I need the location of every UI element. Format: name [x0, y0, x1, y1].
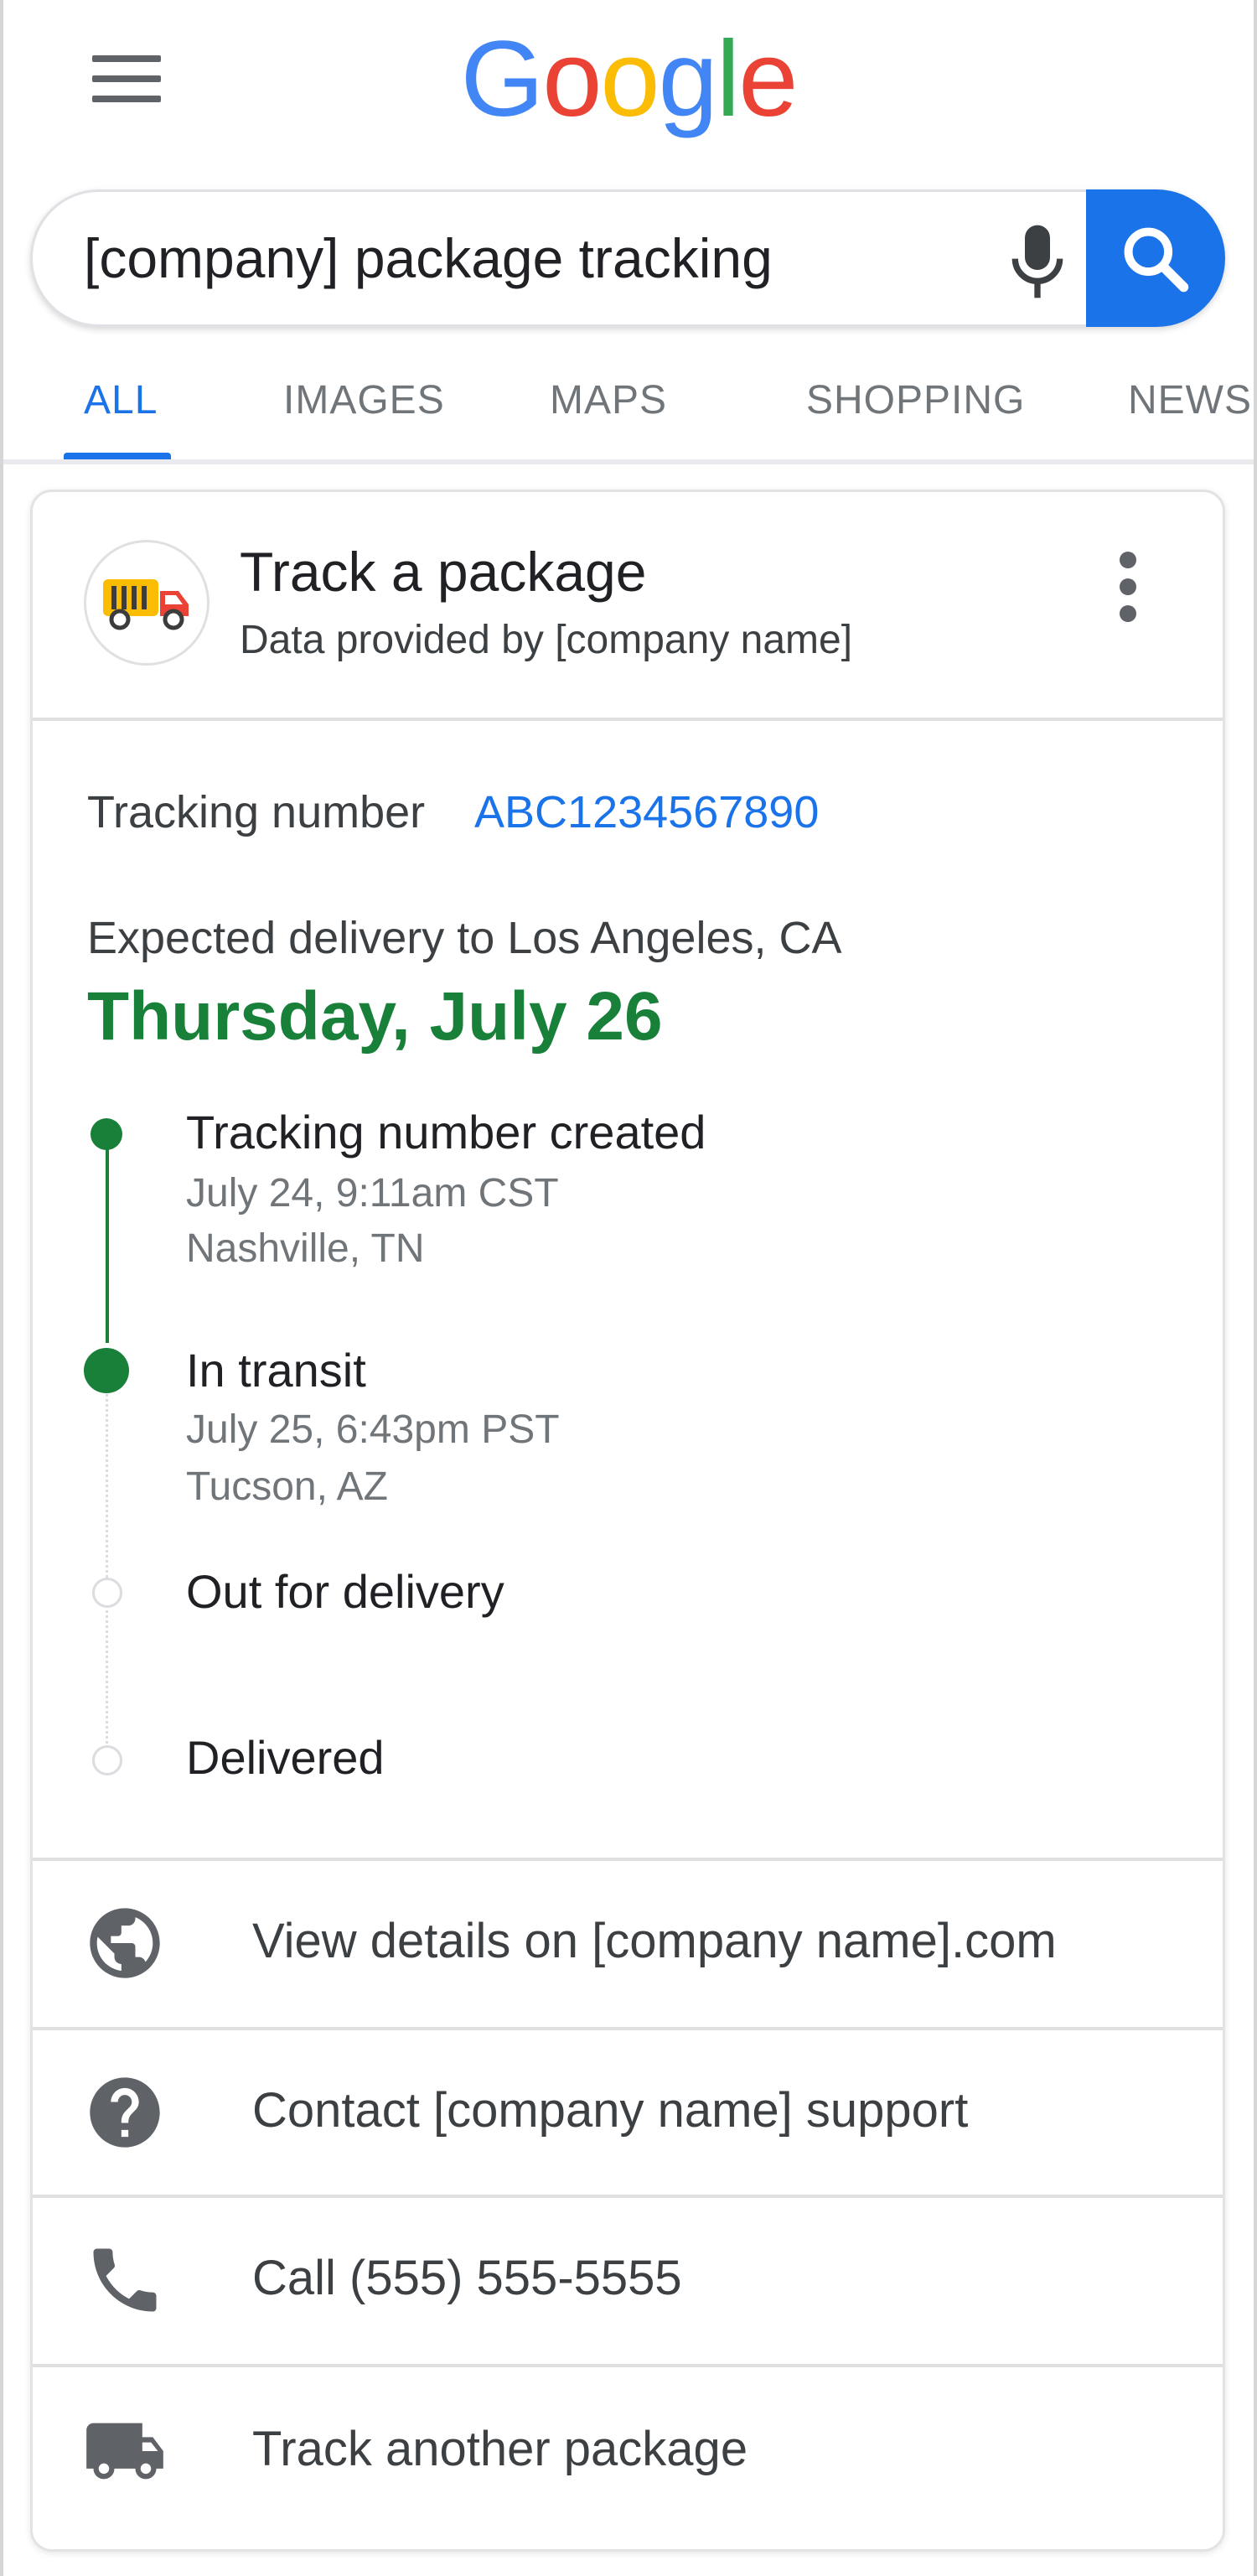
- expected-delivery-label: Expected delivery to Los Angeles, CA: [87, 913, 842, 963]
- truck-icon: [86, 2423, 163, 2480]
- timeline-step-title: In transit: [186, 1344, 366, 1397]
- card-subtitle: Data provided by [company name]: [240, 618, 853, 662]
- timeline-progress-line: [106, 1133, 109, 1343]
- microphone-icon[interactable]: [1004, 220, 1071, 303]
- logo-letter-1: G: [460, 19, 545, 139]
- google-logo[interactable]: Google: [0, 17, 1257, 143]
- logo-letter-4: g: [658, 19, 718, 139]
- timeline-step-transit-dot: [84, 1348, 129, 1393]
- timeline-step-time: July 25, 6:43pm PST: [186, 1407, 560, 1452]
- expected-delivery-date: Thursday, July 26: [87, 978, 663, 1055]
- timeline-step-title: Delivered: [186, 1731, 385, 1784]
- delivery-truck-icon: [103, 579, 189, 630]
- tab-all[interactable]: ALL: [84, 377, 158, 423]
- action-divider: [33, 2364, 1223, 2367]
- logo-letter-6: e: [738, 19, 798, 139]
- timeline-pending-line: [106, 1383, 108, 1765]
- help-icon: [90, 2077, 160, 2148]
- timeline-step-out-for-delivery-dot: [92, 1578, 122, 1608]
- timeline-step-title: Out for delivery: [186, 1565, 504, 1618]
- search-button[interactable]: [1086, 189, 1225, 327]
- logo-letter-3: o: [600, 19, 660, 139]
- logo-letter-2: o: [542, 19, 602, 139]
- view-details-action[interactable]: View details on [company name].com: [33, 1861, 1223, 2025]
- track-another-label: Track another package: [252, 2422, 748, 2476]
- phone-icon: [93, 2248, 157, 2312]
- contact-support-label: Contact [company name] support: [252, 2083, 969, 2138]
- tab-shopping[interactable]: SHOPPING: [806, 377, 1025, 423]
- brand-logo: [84, 540, 210, 666]
- card-title: Track a package: [240, 541, 647, 603]
- tab-news[interactable]: NEWS: [1128, 377, 1252, 423]
- more-vertical-icon[interactable]: [1111, 545, 1145, 629]
- timeline-step-location: Tucson, AZ: [186, 1464, 388, 1509]
- logo-letter-5: l: [716, 19, 740, 139]
- contact-support-action[interactable]: Contact [company name] support: [33, 2030, 1223, 2195]
- timeline-step-created-dot: [91, 1118, 122, 1150]
- view-details-label: View details on [company name].com: [252, 1914, 1057, 1968]
- tracking-number-link[interactable]: ABC1234567890: [474, 786, 819, 838]
- card-header-divider: [33, 718, 1223, 721]
- tab-images[interactable]: IMAGES: [283, 377, 445, 423]
- timeline-step-location: Nashville, TN: [186, 1226, 425, 1271]
- tab-maps[interactable]: MAPS: [550, 377, 667, 423]
- active-tab-indicator: [64, 453, 171, 459]
- globe-icon: [90, 1908, 160, 1978]
- tabs-divider: [3, 459, 1254, 464]
- timeline-step-delivered-dot: [92, 1745, 122, 1775]
- search-input[interactable]: [company] package tracking: [84, 225, 773, 292]
- track-another-action[interactable]: Track another package: [33, 2369, 1223, 2533]
- call-label: Call (555) 555-5555: [252, 2251, 682, 2305]
- timeline-step-title: Tracking number created: [186, 1106, 706, 1158]
- call-action[interactable]: Call (555) 555-5555: [33, 2198, 1223, 2362]
- magnifier-icon: [1124, 227, 1189, 293]
- search-tabs: ALL IMAGES MAPS SHOPPING NEWS: [0, 360, 1257, 461]
- timeline-step-time: July 24, 9:11am CST: [186, 1171, 559, 1215]
- tracking-number-label: Tracking number: [87, 787, 426, 837]
